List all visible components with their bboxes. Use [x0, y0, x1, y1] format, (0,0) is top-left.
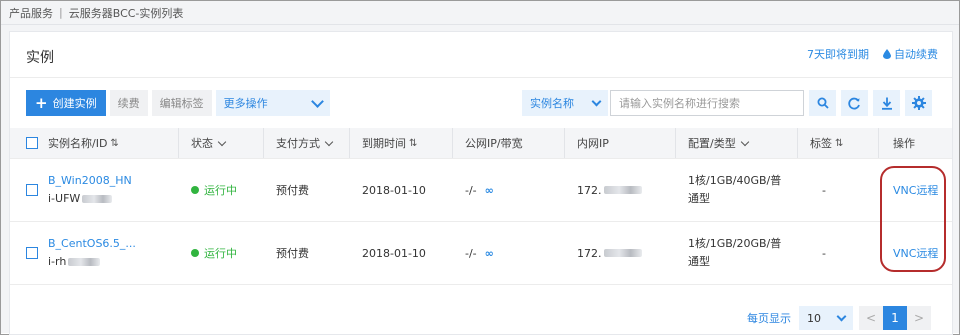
renew-button[interactable]: 续费 — [109, 90, 148, 116]
instance-name-link[interactable]: B_Win2008_HN — [48, 172, 132, 190]
tags-value: - — [822, 183, 826, 197]
breadcrumb-item-products[interactable]: 产品服务 — [9, 5, 53, 21]
header-tags[interactable]: 标签 ⇅ — [810, 135, 843, 151]
table-row: B_Win2008_HN i-UFW 运行中 预付费 2018-01-10 -/… — [10, 158, 952, 221]
refresh-icon — [848, 97, 860, 109]
expire-date: 2018-01-10 — [362, 183, 426, 197]
link-icon[interactable]: ∞ — [485, 184, 494, 197]
running-dot-icon — [191, 249, 199, 257]
expiring-link[interactable]: 7天即将到期 — [807, 46, 869, 62]
row-checkbox[interactable] — [26, 247, 38, 259]
status-badge: 运行中 — [191, 245, 237, 261]
highlight-callout — [880, 166, 946, 272]
more-actions-label: 更多操作 — [223, 97, 268, 110]
search-field-select[interactable]: 实例名称 — [522, 90, 608, 116]
settings-icon — [911, 96, 926, 110]
breadcrumb-separator: | — [59, 6, 63, 19]
link-icon[interactable]: ∞ — [485, 247, 494, 260]
sort-icon: ⇅ — [409, 137, 418, 149]
public-ip: -/- ∞ — [465, 246, 494, 260]
search-input[interactable] — [610, 90, 804, 116]
header-actions: 操作 — [893, 137, 915, 150]
breadcrumb: 产品服务 | 云服务器BCC-实例列表 — [1, 1, 959, 25]
chevron-down-icon — [310, 94, 324, 108]
chevron-down-icon — [740, 137, 749, 146]
instance-panel: 实例 7天即将到期 自动续费 + 创建实例 续费 编辑标签 更多操作 实例名称 — [9, 31, 953, 335]
page-size-select[interactable]: 10 — [799, 306, 853, 330]
public-ip: -/- ∞ — [465, 183, 494, 197]
create-instance-button[interactable]: + 创建实例 — [26, 90, 106, 116]
header-config[interactable]: 配置/类型 — [688, 135, 749, 151]
toolbar: + 创建实例 续费 编辑标签 更多操作 — [26, 90, 330, 116]
download-icon — [881, 97, 892, 110]
instance-id: i-UFW — [48, 192, 81, 205]
private-ip: 172. — [577, 184, 642, 197]
auto-renew-icon — [883, 49, 891, 59]
private-ip: 172. — [577, 247, 642, 260]
row-checkbox[interactable] — [26, 184, 38, 196]
page-size-label: 每页显示 — [747, 312, 791, 325]
search-field-label: 实例名称 — [530, 97, 574, 110]
settings-button[interactable] — [905, 90, 932, 116]
create-instance-label: 创建实例 — [52, 97, 97, 110]
search-button[interactable] — [809, 90, 836, 116]
title-divider — [10, 77, 952, 78]
running-dot-icon — [191, 186, 199, 194]
download-button[interactable] — [873, 90, 900, 116]
redacted-text — [68, 258, 101, 266]
top-links: 7天即将到期 自动续费 — [807, 46, 938, 62]
instance-name-link[interactable]: B_CentOS6.5_... — [48, 235, 136, 253]
chevron-down-icon — [591, 96, 602, 107]
search-icon — [817, 97, 829, 109]
redacted-text — [603, 249, 642, 257]
config-type: 1核/1GB/40GB/普 通型 — [688, 174, 782, 205]
search-area: 实例名称 — [522, 90, 932, 116]
next-page-button[interactable]: > — [907, 306, 931, 330]
pagination: 每页显示 10 < 1 > — [747, 306, 931, 330]
chevron-down-icon — [836, 311, 847, 322]
refresh-button[interactable] — [841, 90, 868, 116]
header-public-ip: 公网IP/带宽 — [465, 137, 523, 150]
sort-icon: ⇅ — [835, 137, 844, 149]
sort-icon: ⇅ — [110, 137, 119, 149]
table-header: 实例名称/ID ⇅ 状态 支付方式 到期时间 ⇅ 公网IP/带宽 内网IP 配置… — [10, 128, 952, 158]
plus-icon: + — [35, 93, 48, 112]
payment-method: 预付费 — [276, 184, 309, 197]
redacted-text — [82, 195, 113, 203]
header-private-ip: 内网IP — [577, 137, 609, 150]
chevron-down-icon — [217, 137, 227, 146]
instance-table: 实例名称/ID ⇅ 状态 支付方式 到期时间 ⇅ 公网IP/带宽 内网IP 配置… — [10, 128, 952, 285]
prev-page-button[interactable]: < — [859, 306, 883, 330]
instance-id: i-rh — [48, 255, 67, 268]
header-instance-name[interactable]: 实例名称/ID ⇅ — [48, 135, 119, 151]
table-row: B_CentOS6.5_... i-rh 运行中 预付费 2018-01-10 … — [10, 221, 952, 285]
status-badge: 运行中 — [191, 182, 237, 198]
current-page-button[interactable]: 1 — [883, 306, 907, 330]
select-all-checkbox[interactable] — [26, 137, 38, 149]
header-payment[interactable]: 支付方式 — [276, 135, 334, 151]
edit-tags-button[interactable]: 编辑标签 — [151, 90, 212, 116]
header-status[interactable]: 状态 — [191, 135, 227, 151]
auto-renew-link[interactable]: 自动续费 — [894, 46, 938, 62]
expire-date: 2018-01-10 — [362, 246, 426, 260]
page-title: 实例 — [26, 50, 54, 66]
breadcrumb-item-instance-list: 云服务器BCC-实例列表 — [68, 6, 184, 20]
header-expire[interactable]: 到期时间 ⇅ — [362, 135, 417, 151]
more-actions-dropdown[interactable]: 更多操作 — [215, 90, 330, 116]
config-type: 1核/1GB/20GB/普 通型 — [688, 237, 782, 268]
payment-method: 预付费 — [276, 247, 309, 260]
redacted-text — [603, 186, 642, 194]
chevron-down-icon — [324, 137, 334, 146]
tags-value: - — [822, 246, 826, 260]
